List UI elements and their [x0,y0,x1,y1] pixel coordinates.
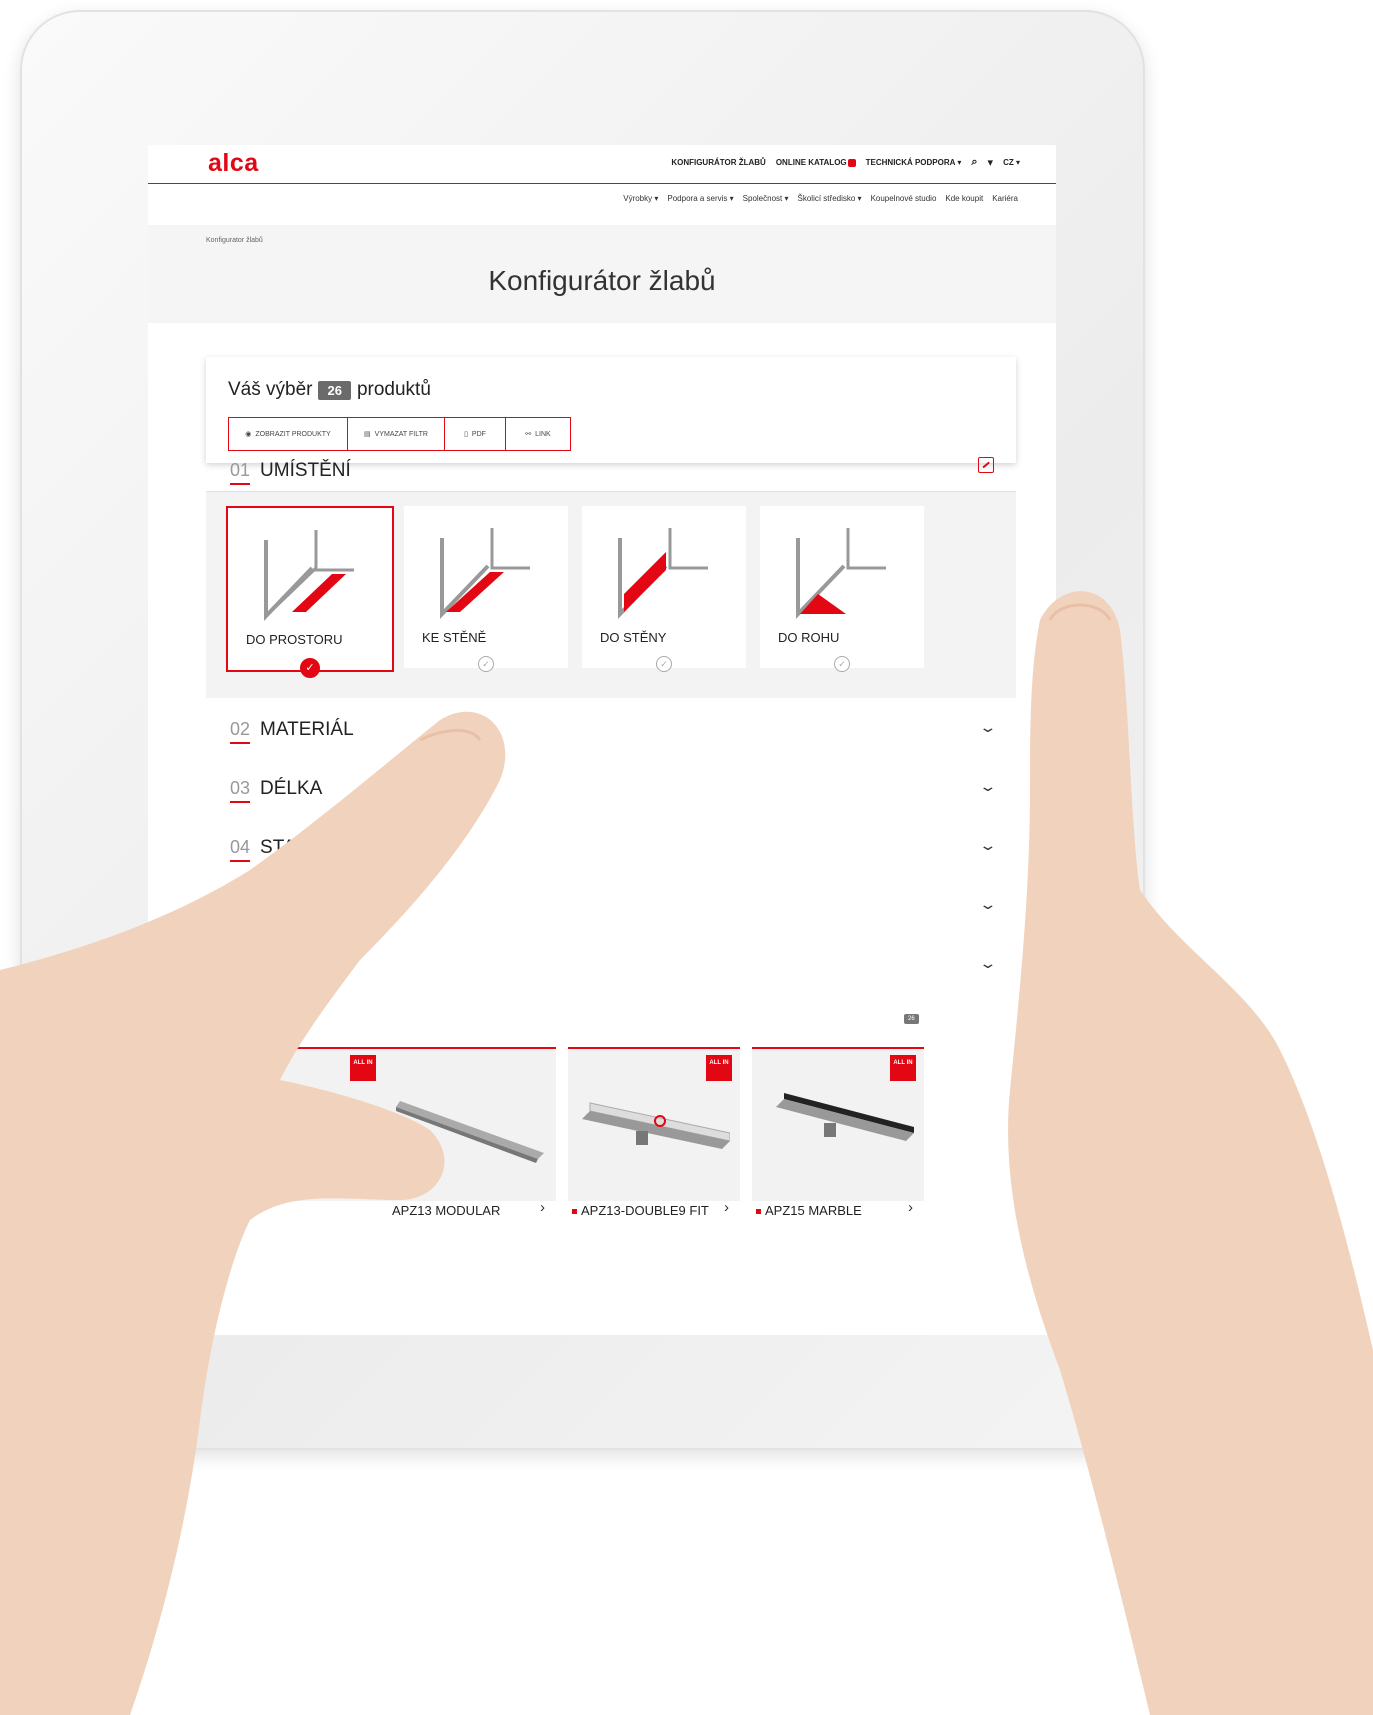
new-badge-icon [847,158,856,167]
tablet-frame: alca KONFIGURÁTOR ŽLABŮ ONLINE KATALOG T… [20,10,1145,1450]
drain-image [396,1101,544,1163]
eye-icon: ◉ [245,431,252,438]
nav-item-skolici-stredisko[interactable]: Školicí středisko ▾ [798,194,862,203]
option-label: KE STĚNĚ [422,630,487,645]
option-label: DO PROSTORU [246,632,343,647]
section-number: 03 [230,778,251,803]
product-card[interactable]: ALL IN [568,1047,740,1201]
edit-icon[interactable] [978,457,994,473]
nav-item-kde-koupit[interactable]: Kde koupit [945,194,983,203]
product-count-badge: 26 [318,380,351,400]
top-link-online-katalog[interactable]: ONLINE KATALOG [776,158,856,167]
product-name[interactable]: APZ13 MODULAR [392,1203,500,1218]
bullet-icon [756,1209,761,1215]
chevron-down-icon[interactable]: ⌄ [979,896,998,913]
nav-item-koupelnove-studio[interactable]: Koupelnové studio [871,194,937,203]
chevron-down-icon[interactable]: ⌄ [979,778,998,795]
section-number: 02 [230,719,251,744]
top-link-konfigurator[interactable]: KONFIGURÁTOR ŽLABŮ [671,158,766,167]
results-count-badge: 26 [904,1014,919,1024]
option-ke-stene[interactable]: KE STĚNĚ ✓ [404,506,568,672]
wall-adjacent-icon [440,528,530,619]
selection-title: Váš výběr 26 produktů [228,379,431,401]
section-number: 01 [230,460,251,485]
placement-options: DO PROSTORU ✓ KE STĚNĚ ✓ DO STĚNY ✓ DO R… [206,491,1016,698]
unselected-check-icon: ✓ [834,656,850,672]
option-do-steny[interactable]: DO STĚNY ✓ [582,506,746,672]
selection-card: Váš výběr 26 produktů ◉ ZOBRAZIT PRODUKTY… [206,357,1016,463]
show-products-button[interactable]: ◉ ZOBRAZIT PRODUKTY [229,418,348,450]
section-number: 05 [230,896,251,921]
search-icon[interactable]: ⌕ [971,156,977,169]
chevron-right-icon[interactable]: › [724,1199,729,1216]
bullet-icon [572,1209,577,1215]
chevron-down-icon[interactable]: ⌄ [979,719,998,736]
selected-check-icon: ✓ [300,658,320,678]
chevron-down-icon[interactable]: ⌄ [979,837,998,854]
floor-placement-icon [264,530,354,621]
section-label: MATERIÁL [260,719,354,740]
unselected-check-icon: ✓ [478,656,494,672]
product-name[interactable]: APZ15 MARBLE [756,1203,862,1218]
product-card[interactable] [384,1047,556,1201]
section-label: UMÍSTĚNÍ [260,460,351,481]
corner-icon [796,528,886,619]
pdf-button[interactable]: ▯ PDF [445,418,506,450]
selection-actions: ◉ ZOBRAZIT PRODUKTY ▤ VYMAZAT FILTR ▯ PDF ⚯… [228,417,571,451]
all-in-badge-icon: ALL IN [350,1055,376,1081]
product-card[interactable]: ALL IN [212,1047,384,1201]
section-label: STAVEBNÍ [260,837,352,858]
product-name[interactable]: APZ13-DOUBLE9 FIT [572,1203,709,1218]
tablet-screen: alca KONFIGURÁTOR ŽLABŮ ONLINE KATALOG T… [148,145,1056,1335]
option-do-prostoru[interactable]: DO PROSTORU ✓ [226,506,394,678]
top-link-technicka-podpora[interactable]: TECHNICKÁ PODPORA ▾ [866,158,962,167]
section-si[interactable]: 05 SI [230,896,278,921]
section-label: SI [260,896,278,917]
top-nav: KONFIGURÁTOR ŽLABŮ ONLINE KATALOG TECHNI… [671,156,1020,169]
chevron-down-icon[interactable]: ⌄ [979,955,998,972]
option-label: DO STĚNY [600,630,667,645]
section-delka[interactable]: 03 DÉLKA [230,778,322,803]
all-in-badge-icon: ALL IN [890,1055,916,1081]
cart-icon[interactable]: ▾ [988,156,994,169]
in-wall-icon [618,528,708,619]
link-button[interactable]: ⚯ LINK [506,418,570,450]
main-nav: Výrobky ▾ Podpora a servis ▾ Společnost … [623,194,1018,203]
document-icon: ▯ [464,431,468,438]
page-title: Konfigurátor žlabů [488,265,716,296]
drain-image [776,1093,914,1141]
option-label: DO ROHU [778,630,840,645]
section-stavebni[interactable]: 04 STAVEBNÍ [230,837,351,862]
alca-logo[interactable]: alca [208,149,259,178]
nav-item-spolecnost[interactable]: Společnost ▾ [743,194,789,203]
breadcrumb[interactable]: Konfigurator žlabů [206,237,263,244]
chevron-right-icon[interactable]: › [540,1199,545,1216]
product-card[interactable]: ALL IN [752,1047,924,1201]
section-umisteni[interactable]: 01 UMÍSTĚNÍ [230,460,351,485]
nav-item-kariera[interactable]: Kariéra [992,194,1018,203]
section-label: DÉLKA [260,778,323,799]
trash-icon: ▤ [364,431,371,438]
selection-suffix: produktů [356,379,431,400]
unselected-check-icon: ✓ [656,656,672,672]
nav-item-vyrobky[interactable]: Výrobky ▾ [623,194,658,203]
language-selector[interactable]: CZ ▾ [1003,158,1020,167]
page-header: Konfigurator žlabů Konfigurátor žlabů [148,225,1056,323]
top-bar: alca KONFIGURÁTOR ŽLABŮ ONLINE KATALOG T… [148,145,1056,184]
selection-prefix: Váš výběr [228,379,313,400]
section-material[interactable]: 02 MATERIÁL [230,719,354,744]
clear-filter-button[interactable]: ▤ VYMAZAT FILTR [348,418,445,450]
all-in-badge-icon: ALL IN [706,1055,732,1081]
option-do-rohu[interactable]: DO ROHU ✓ [760,506,924,672]
nav-item-podpora[interactable]: Podpora a servis ▾ [667,194,733,203]
link-icon: ⚯ [525,431,532,438]
drain-image [582,1102,730,1149]
drain-image [228,1123,364,1167]
section-number: 04 [230,837,251,862]
chevron-right-icon[interactable]: › [908,1199,913,1216]
